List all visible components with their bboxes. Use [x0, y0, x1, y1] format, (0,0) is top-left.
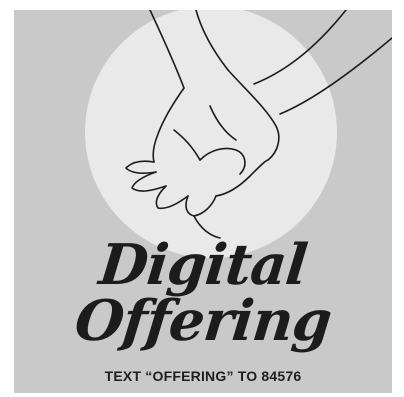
- title-offering: Offering: [71, 288, 335, 354]
- digital-offering-poster: Digital Offering TEXT “OFFERING” TO 8457…: [14, 10, 392, 393]
- light-circle: [85, 10, 337, 258]
- text-to-give-instruction: TEXT “OFFERING” TO 84576: [104, 368, 302, 384]
